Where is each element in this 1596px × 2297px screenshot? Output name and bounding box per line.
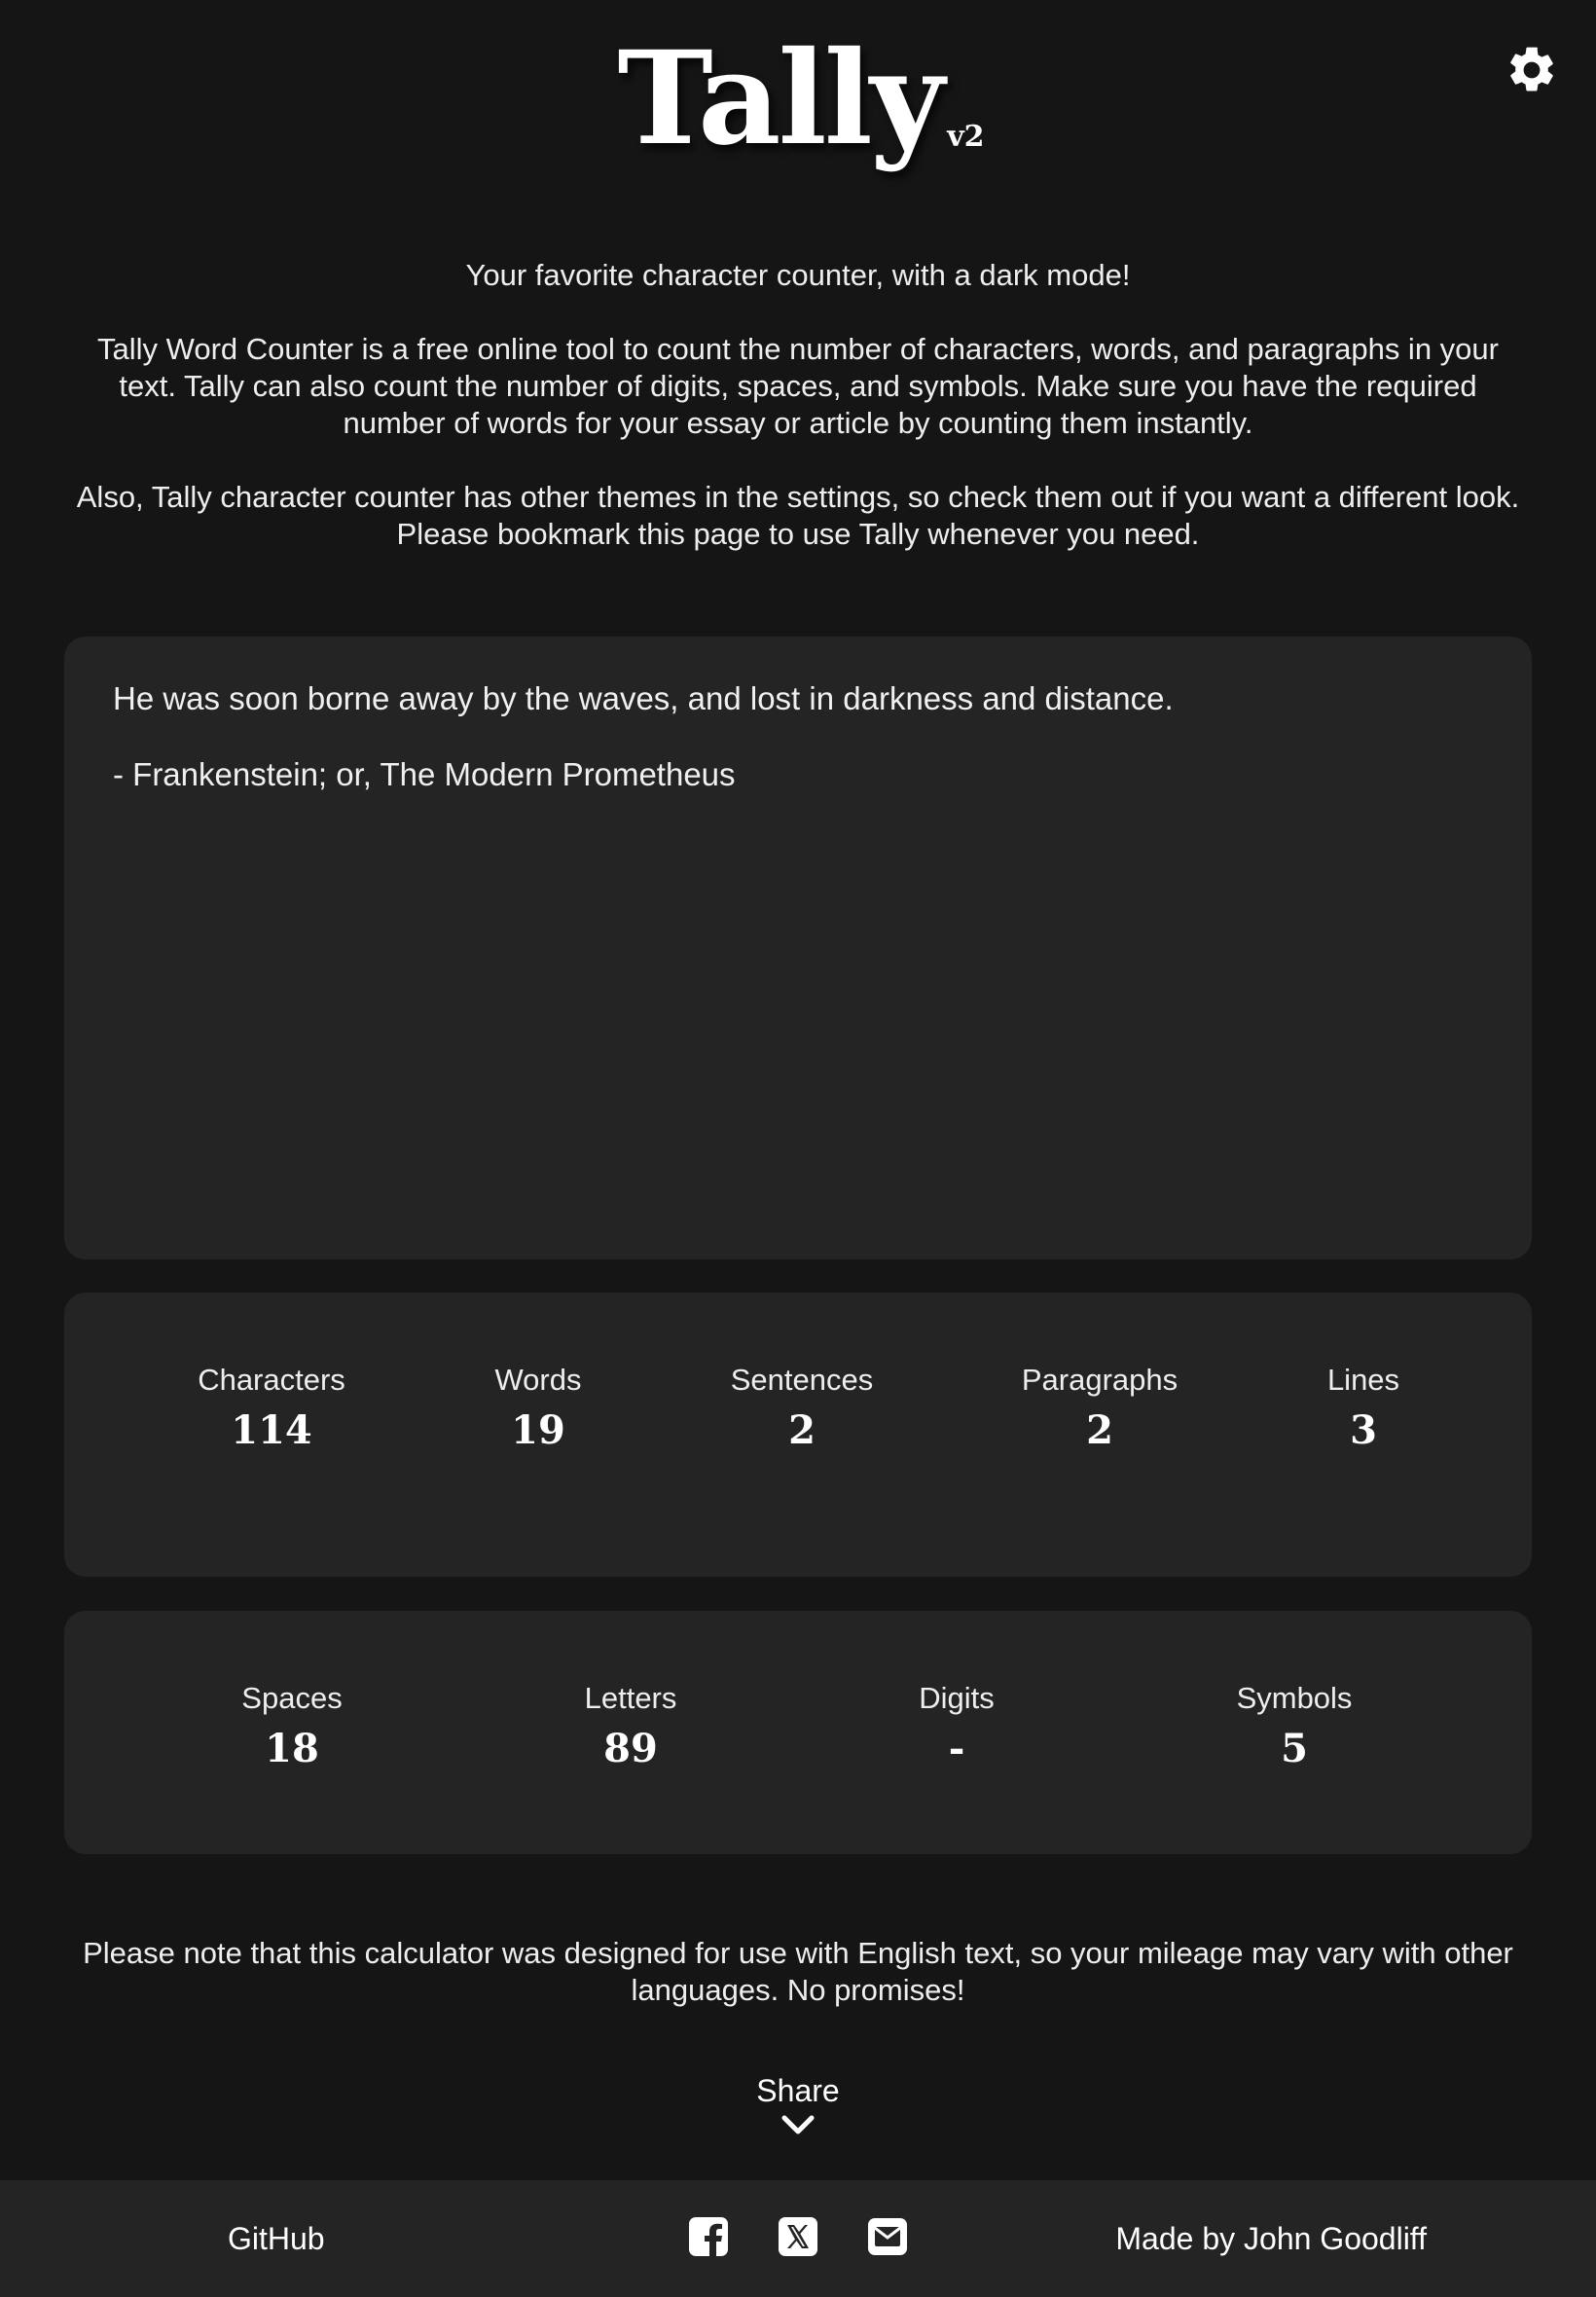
stat-label: Lines	[1326, 1363, 1400, 1397]
stat-value: 89	[603, 1726, 658, 1771]
header: Tally v2	[0, 35, 1596, 164]
facebook-icon	[689, 2217, 728, 2258]
stat-value: -	[948, 1726, 965, 1771]
text-input[interactable]	[113, 679, 1483, 1217]
stat-letters: Letters 89	[504, 1679, 757, 1776]
stat-value: 5	[1281, 1726, 1308, 1771]
stat-value: 19	[511, 1407, 565, 1453]
stat-label: Paragraphs	[1021, 1363, 1179, 1397]
stat-paragraphs: Paragraphs 2	[973, 1361, 1226, 1458]
stat-value: 3	[1350, 1407, 1377, 1453]
page: Tally v2 Your favorite character counter,…	[0, 0, 1596, 2297]
tagline: Your favorite character counter, with a …	[465, 258, 1131, 292]
email-icon	[868, 2218, 907, 2255]
stat-digits: Digits -	[830, 1679, 1083, 1776]
github-link[interactable]: GitHub	[228, 2180, 325, 2297]
intro-section: Your favorite character counter, with a …	[74, 257, 1522, 590]
email-share-button[interactable]	[866, 2215, 909, 2258]
stat-label: Characters	[198, 1363, 345, 1397]
gear-icon	[1510, 47, 1553, 91]
author-credit-link[interactable]: Made by John Goodliff	[1115, 2180, 1427, 2297]
stat-label: Digits	[919, 1681, 995, 1715]
stat-value: 2	[788, 1407, 816, 1453]
stat-characters: Characters 114	[145, 1361, 398, 1458]
app-version: v2	[947, 120, 985, 154]
facebook-share-button[interactable]	[687, 2215, 730, 2258]
stat-spaces: Spaces 18	[165, 1679, 418, 1776]
stat-lines: Lines 3	[1237, 1361, 1490, 1458]
text-panel	[64, 637, 1532, 1259]
secondary-stats-panel: Spaces 18 Letters 89 Digits - Symbols 5	[64, 1611, 1532, 1854]
stat-sentences: Sentences 2	[675, 1361, 928, 1458]
primary-stats-panel: Characters 114 Words 19 Sentences 2 Para…	[64, 1293, 1532, 1577]
stat-words: Words 19	[412, 1361, 665, 1458]
stat-value: 2	[1086, 1407, 1113, 1453]
language-note: Please note that this calculator was des…	[83, 1936, 1513, 2007]
settings-button[interactable]	[1505, 43, 1559, 97]
app-title: Tally	[617, 23, 944, 174]
themes-note: Also, Tally character counter has other …	[76, 480, 1520, 551]
stat-label: Symbols	[1236, 1681, 1353, 1715]
stat-label: Spaces	[241, 1681, 343, 1715]
share-label: Share	[756, 2073, 840, 2108]
stat-value: 114	[231, 1407, 312, 1453]
description: Tally Word Counter is a free online tool…	[97, 332, 1499, 440]
stat-label: Letters	[584, 1681, 677, 1715]
app-logo: Tally v2	[617, 35, 984, 164]
footer: GitHub Made by John Goodliff	[0, 2180, 1596, 2297]
x-share-button[interactable]	[777, 2215, 819, 2258]
chevron-down-icon	[781, 2115, 815, 2134]
stat-symbols: Symbols 5	[1168, 1679, 1421, 1776]
stat-label: Sentences	[730, 1363, 874, 1397]
x-icon	[779, 2217, 817, 2256]
stat-label: Words	[494, 1363, 582, 1397]
stat-value: 18	[265, 1726, 319, 1771]
share-button[interactable]: Share	[701, 2071, 895, 2137]
